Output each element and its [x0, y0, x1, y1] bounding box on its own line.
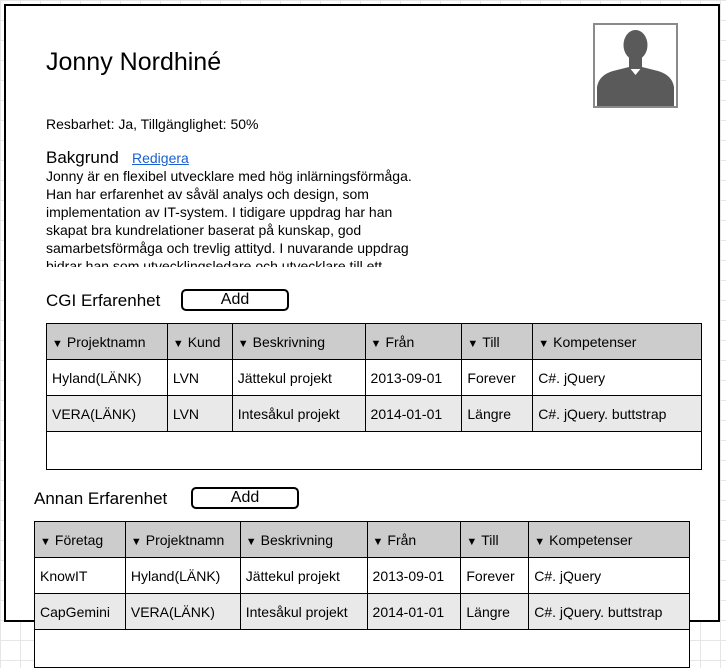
- table-row[interactable]: CapGemini VERA(LÄNK) Intesåkul projekt 2…: [34, 593, 690, 630]
- table-cell: C#. jQuery: [528, 557, 690, 594]
- table-cell: Forever: [460, 557, 530, 594]
- table-cell: Jättekul projekt: [239, 557, 368, 594]
- empty-cell: [34, 629, 690, 668]
- table-cell: Längre: [460, 593, 530, 630]
- column-header-projektnamn[interactable]: ▼ Projektnamn: [46, 323, 168, 360]
- column-header-projektnamn[interactable]: ▼ Projektnamn: [124, 521, 241, 558]
- table-cell: 2014-01-01: [364, 395, 463, 432]
- column-header-beskrivning[interactable]: ▼ Beskrivning: [231, 323, 366, 360]
- sort-down-icon: ▼: [467, 337, 479, 350]
- column-header-fran[interactable]: ▼ Från: [366, 521, 462, 558]
- user-silhouette-icon: [597, 30, 674, 106]
- empty-cell: [46, 431, 702, 470]
- empty-table-row: [34, 629, 690, 668]
- avatar: [593, 23, 678, 108]
- availability-text: Resbarhet: Ja, Tillgänglighet: 50%: [46, 116, 259, 132]
- table-header-row: ▼ Projektnamn ▼ Kund ▼ Beskrivning ▼ Från ▼ T…: [46, 323, 702, 360]
- table-cell: 2014-01-01: [366, 593, 462, 630]
- table-cell: LVN: [166, 395, 233, 432]
- sort-down-icon: ▼: [534, 535, 546, 548]
- sort-down-icon: ▼: [370, 337, 382, 350]
- table-cell: C#. jQuery: [532, 359, 702, 396]
- table-cell: Intesåkul projekt: [239, 593, 368, 630]
- column-header-foretag[interactable]: ▼ Företag: [34, 521, 126, 558]
- empty-table-row: [46, 431, 702, 470]
- project-link-cell[interactable]: Hyland(LÄNK): [46, 359, 168, 396]
- sort-down-icon: ▼: [172, 337, 184, 350]
- column-header-kompetenser[interactable]: ▼ Kompetenser: [532, 323, 702, 360]
- sort-down-icon: ▼: [245, 535, 257, 548]
- sort-down-icon: ▼: [538, 337, 550, 350]
- cgi-experience-table: ▼ Projektnamn ▼ Kund ▼ Beskrivning ▼ Från ▼ T…: [46, 323, 702, 470]
- cgi-experience-heading: CGI Erfarenhet: [46, 291, 161, 310]
- profile-name: Jonny Nordhiné: [46, 48, 222, 76]
- table-row[interactable]: Hyland(LÄNK) LVN Jättekul projekt 2013-0…: [46, 359, 702, 396]
- other-add-button[interactable]: Add: [191, 487, 299, 509]
- project-link-cell[interactable]: VERA(LÄNK): [124, 593, 241, 630]
- project-link-cell[interactable]: Hyland(LÄNK): [124, 557, 241, 594]
- column-header-kund[interactable]: ▼ Kund: [166, 323, 233, 360]
- background-heading: Bakgrund: [46, 148, 119, 167]
- bio-text: Jonny är en flexibel utvecklare med hög …: [46, 168, 412, 267]
- table-cell: Jättekul projekt: [231, 359, 366, 396]
- project-link-cell[interactable]: VERA(LÄNK): [46, 395, 168, 432]
- table-cell: 2013-09-01: [364, 359, 463, 396]
- column-header-till[interactable]: ▼ Till: [460, 521, 530, 558]
- table-row[interactable]: KnowIT Hyland(LÄNK) Jättekul projekt 201…: [34, 557, 690, 594]
- other-experience-table: ▼ Företag ▼ Projektnamn ▼ Beskrivning ▼ Från…: [34, 521, 690, 668]
- column-header-kompetenser[interactable]: ▼ Kompetenser: [528, 521, 690, 558]
- sort-down-icon: ▼: [466, 535, 478, 548]
- sort-down-icon: ▼: [130, 535, 142, 548]
- table-header-row: ▼ Företag ▼ Projektnamn ▼ Beskrivning ▼ Från…: [34, 521, 690, 558]
- table-cell: 2013-09-01: [366, 557, 462, 594]
- table-cell: Längre: [461, 395, 534, 432]
- edit-link[interactable]: Redigera: [132, 150, 189, 166]
- cgi-add-button[interactable]: Add: [181, 289, 289, 311]
- table-cell: Intesåkul projekt: [231, 395, 366, 432]
- table-cell: Forever: [461, 359, 534, 396]
- table-row[interactable]: VERA(LÄNK) LVN Intesåkul projekt 2014-01…: [46, 395, 702, 432]
- sort-down-icon: ▼: [40, 535, 51, 548]
- sort-down-icon: ▼: [372, 535, 384, 548]
- column-header-till[interactable]: ▼ Till: [461, 323, 534, 360]
- column-header-fran[interactable]: ▼ Från: [364, 323, 463, 360]
- table-cell: CapGemini: [34, 593, 126, 630]
- column-header-beskrivning[interactable]: ▼ Beskrivning: [239, 521, 368, 558]
- table-cell: LVN: [166, 359, 233, 396]
- table-cell: C#. jQuery. buttstrap: [528, 593, 690, 630]
- sort-down-icon: ▼: [237, 337, 249, 350]
- table-cell: C#. jQuery. buttstrap: [532, 395, 702, 432]
- other-experience-heading: Annan Erfarenhet: [34, 489, 168, 508]
- table-cell: KnowIT: [34, 557, 126, 594]
- sort-down-icon: ▼: [52, 337, 63, 350]
